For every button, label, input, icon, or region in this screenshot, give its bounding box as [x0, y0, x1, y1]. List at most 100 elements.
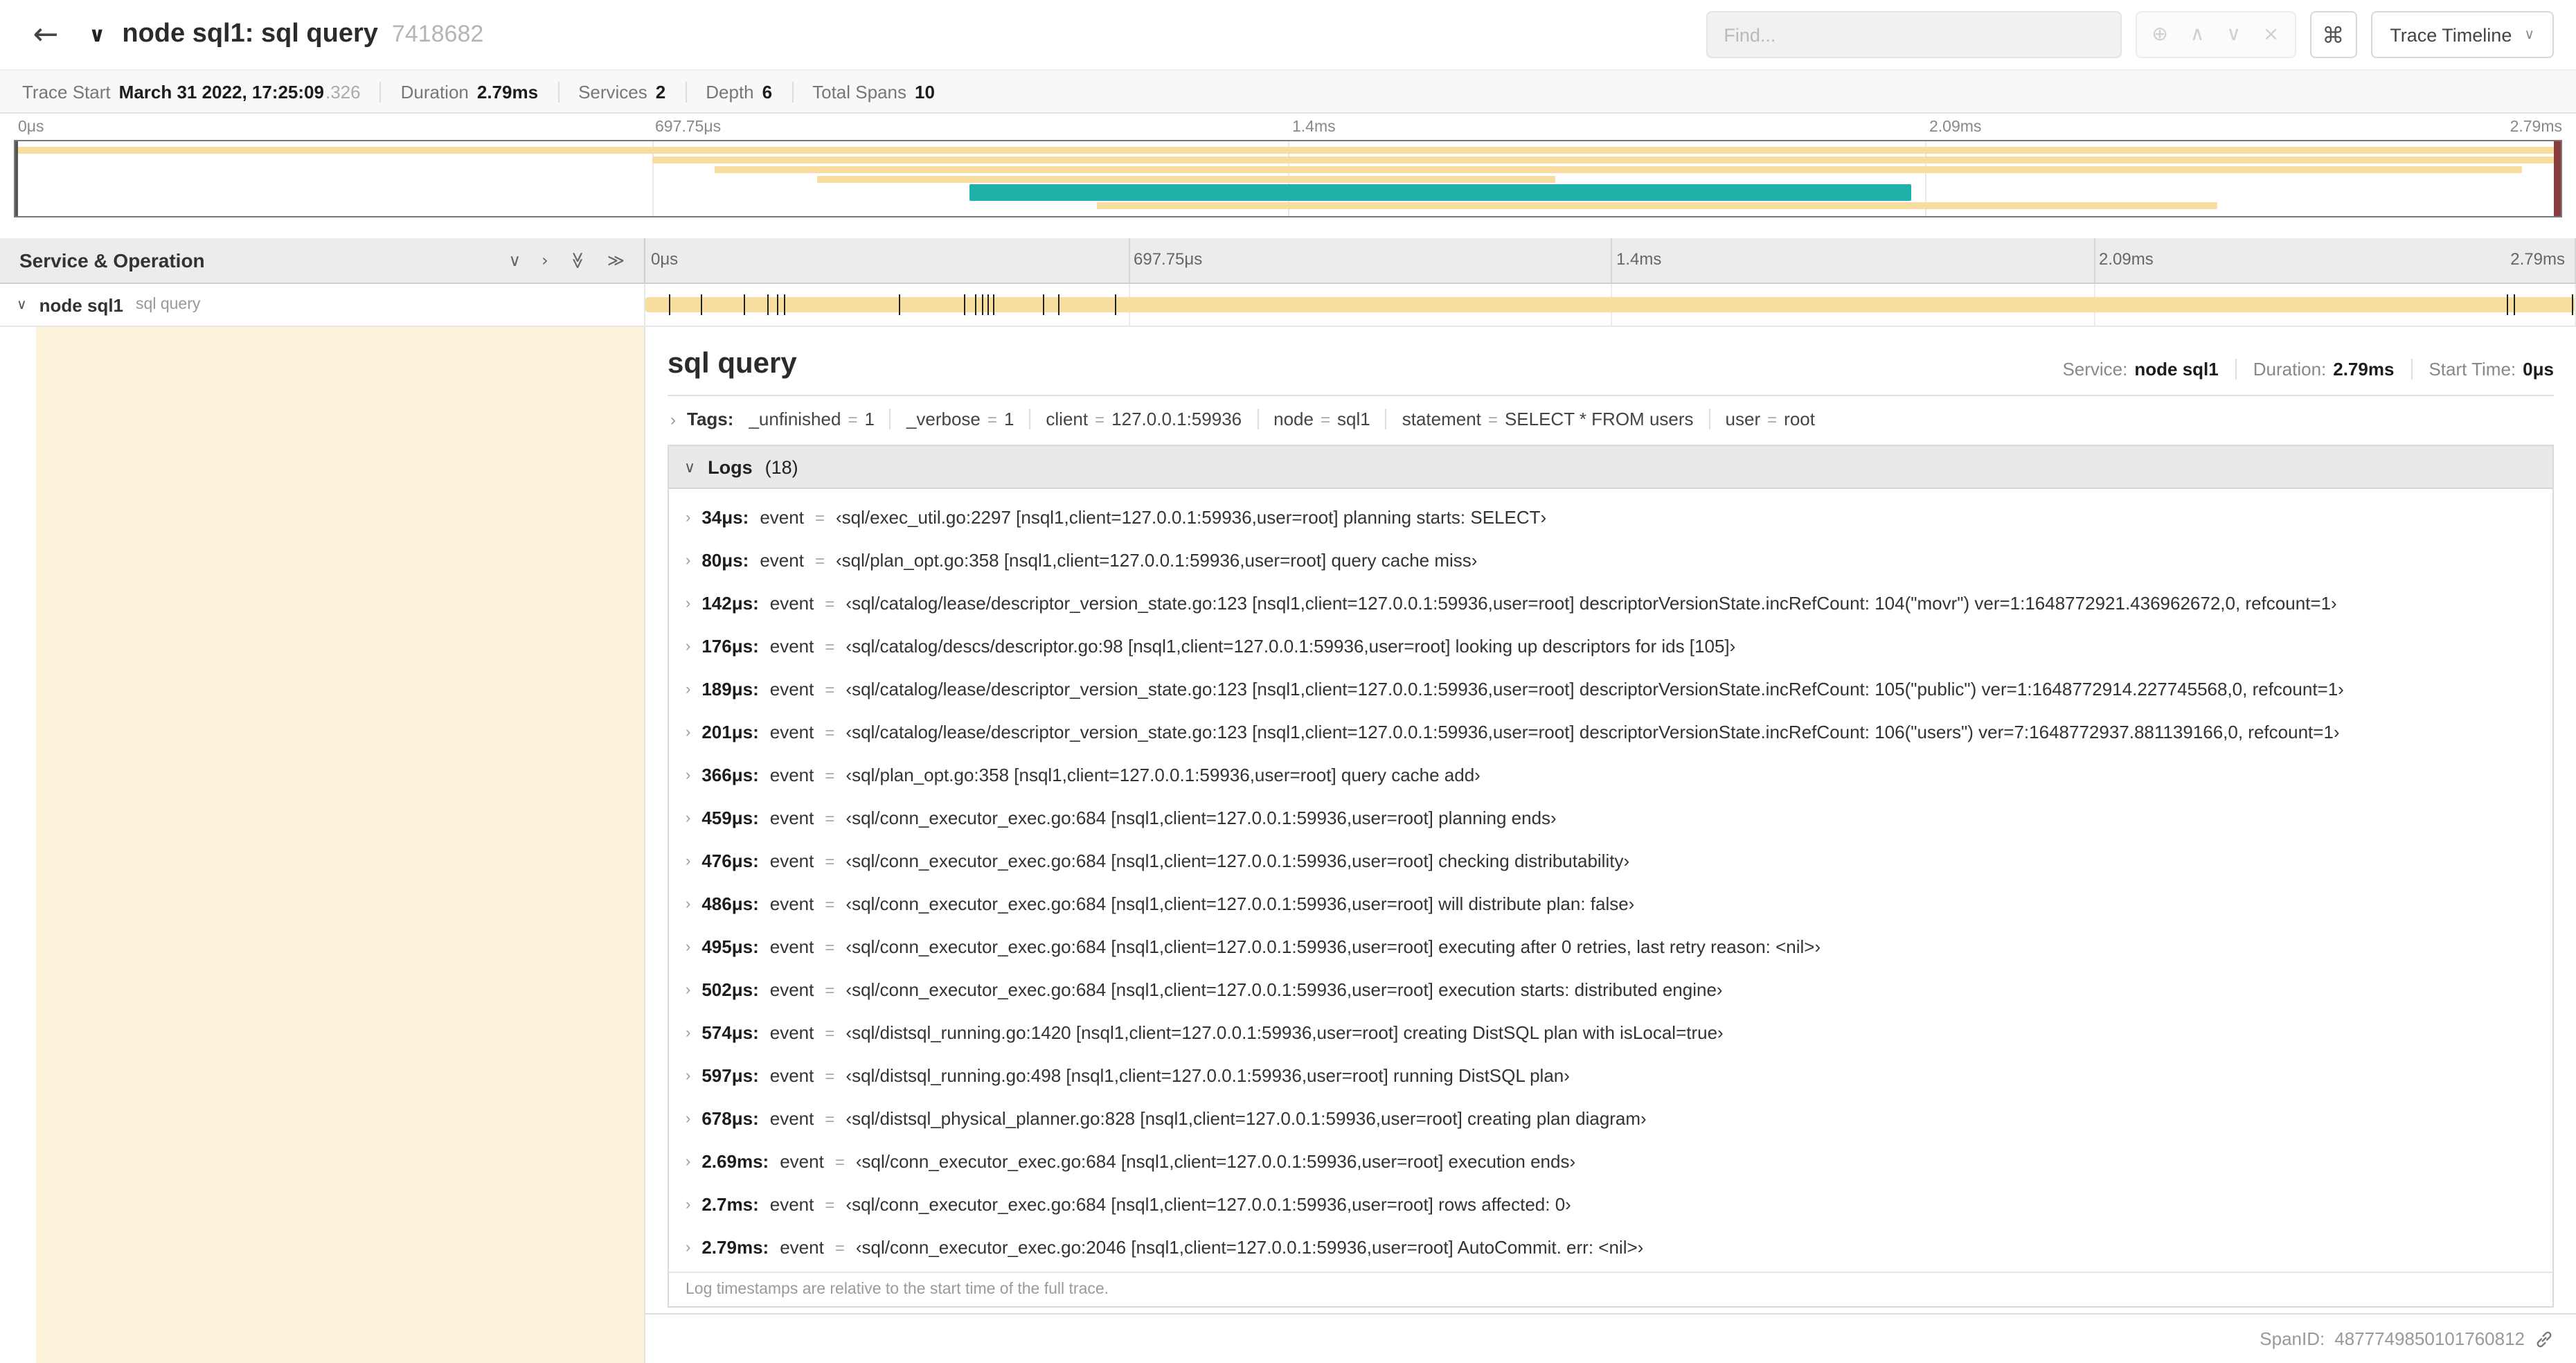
log-entry[interactable]: › 476μs: event = ‹sql/conn_executor_exec…	[669, 839, 2552, 882]
minimap-tick-label: 2.79ms	[2510, 119, 2562, 136]
log-entry[interactable]: › 366μs: event = ‹sql/plan_opt.go:358 [n…	[669, 754, 2552, 796]
log-entry[interactable]: › 486μs: event = ‹sql/conn_executor_exec…	[669, 882, 2552, 925]
log-marker-tick[interactable]	[1058, 294, 1060, 315]
trace-title-text: node sql1: sql query	[122, 19, 378, 48]
trace-summary-item: Total Spans 10	[791, 81, 935, 102]
log-marker-tick[interactable]	[1043, 294, 1045, 315]
log-entry[interactable]: › 2.69ms: event = ‹sql/conn_executor_exe…	[669, 1140, 2552, 1183]
log-marker-tick[interactable]	[701, 294, 703, 315]
log-entry[interactable]: › 495μs: event = ‹sql/conn_executor_exec…	[669, 925, 2552, 968]
minimap-left-scrubber[interactable]	[15, 141, 18, 216]
clear-search-icon[interactable]: ×	[2263, 24, 2279, 46]
expand-log-icon[interactable]: ›	[686, 1024, 690, 1041]
log-marker-tick[interactable]	[964, 294, 965, 315]
log-entry[interactable]: › 34μs: event = ‹sql/exec_util.go:2297 […	[669, 496, 2552, 539]
log-entry[interactable]: › 176μs: event = ‹sql/catalog/descs/desc…	[669, 625, 2552, 668]
log-marker-tick[interactable]	[776, 294, 778, 315]
log-marker-tick[interactable]	[744, 294, 746, 315]
log-entry[interactable]: › 459μs: event = ‹sql/conn_executor_exec…	[669, 796, 2552, 839]
trace-summary-item: Trace Start March 31 2022, 17:25:09 .326	[22, 81, 361, 102]
log-entry[interactable]: › 574μs: event = ‹sql/distsql_running.go…	[669, 1011, 2552, 1054]
log-marker-tick[interactable]	[2572, 294, 2574, 315]
keyboard-shortcuts-button[interactable]: ⌘	[2309, 11, 2357, 58]
log-entry[interactable]: › 597μs: event = ‹sql/distsql_running.go…	[669, 1054, 2552, 1097]
next-match-icon[interactable]: ∨	[2226, 24, 2241, 46]
collapse-children-icon[interactable]: ∨	[17, 297, 27, 312]
expand-one-icon[interactable]: ›	[542, 251, 548, 270]
expand-tags-icon[interactable]: ›	[670, 409, 676, 429]
log-marker-tick[interactable]	[668, 294, 670, 315]
expand-log-icon[interactable]: ›	[686, 552, 690, 569]
minimap-tick-label: 2.09ms	[1929, 119, 1982, 136]
tag-item: client = 127.0.0.1:59936	[1029, 409, 1242, 429]
expand-log-icon[interactable]: ›	[686, 810, 690, 826]
trace-id: 7418682	[391, 21, 484, 47]
log-entry[interactable]: › 80μs: event = ‹sql/plan_opt.go:358 [ns…	[669, 539, 2552, 582]
logs-section: ∨ Logs (18) › 34μs: event = ‹sql/exec_ut…	[668, 445, 2554, 1308]
back-arrow-icon: ←	[33, 17, 59, 52]
log-entry[interactable]: › 678μs: event = ‹sql/distsql_physical_p…	[669, 1097, 2552, 1140]
expand-log-icon[interactable]: ›	[686, 1067, 690, 1084]
minimap-right-scrubber[interactable]	[2554, 141, 2561, 216]
log-marker-tick[interactable]	[2506, 294, 2508, 315]
log-marker-tick[interactable]	[898, 294, 900, 315]
expand-log-icon[interactable]: ›	[686, 981, 690, 998]
copy-link-icon[interactable]	[2534, 1329, 2554, 1348]
span-row-name-cell[interactable]: ∨ node sql1 sql query	[0, 284, 645, 326]
expand-log-icon[interactable]: ›	[686, 1110, 690, 1127]
trace-title: node sql1: sql query 7418682	[122, 19, 483, 50]
expand-log-icon[interactable]: ›	[686, 853, 690, 869]
back-button[interactable]: ←	[22, 11, 69, 58]
log-entry[interactable]: › 2.79ms: event = ‹sql/conn_executor_exe…	[669, 1226, 2552, 1269]
log-marker-tick[interactable]	[981, 294, 983, 315]
expand-log-icon[interactable]: ›	[686, 595, 690, 612]
tags-row[interactable]: › Tags: _unfinished = 1 _verbose = 1 cli…	[668, 396, 2554, 442]
minimap-canvas[interactable]	[14, 140, 2562, 217]
log-entry[interactable]: › 189μs: event = ‹sql/catalog/lease/desc…	[669, 668, 2552, 711]
timeline-header: Service & Operation ∨ › ≫ ≫ 0μs 697.75μs 1…	[0, 238, 2576, 284]
collapse-one-icon[interactable]: ∨	[509, 251, 521, 270]
log-entry[interactable]: › 2.7ms: event = ‹sql/conn_executor_exec…	[669, 1183, 2552, 1226]
find-input[interactable]	[1706, 11, 2122, 58]
detail-operation-title: sql query	[668, 348, 797, 380]
collapse-logs-icon[interactable]: ∨	[684, 458, 695, 476]
log-marker-tick[interactable]	[992, 294, 994, 315]
detail-row-tint	[36, 327, 644, 1363]
log-entry[interactable]: › 201μs: event = ‹sql/catalog/lease/desc…	[669, 711, 2552, 754]
expand-log-icon[interactable]: ›	[686, 1239, 690, 1256]
logs-header[interactable]: ∨ Logs (18)	[669, 446, 2552, 489]
collapse-trace-icon[interactable]: ∨	[89, 22, 105, 47]
trace-view-selector-button[interactable]: Trace Timeline ∨	[2370, 11, 2554, 58]
log-marker-tick[interactable]	[767, 294, 769, 315]
span-row-timeline-cell[interactable]	[645, 284, 2576, 326]
expand-log-icon[interactable]: ›	[686, 638, 690, 654]
expand-log-icon[interactable]: ›	[686, 681, 690, 697]
minimap-tick-labels: 0μs 697.75μs 1.4ms 2.09ms 2.79ms	[14, 118, 2562, 140]
minimap-tick-label: 1.4ms	[1292, 119, 1336, 136]
minimap-span-bar	[1097, 202, 2217, 209]
expand-log-icon[interactable]: ›	[686, 1196, 690, 1213]
span-operation-name: sql query	[136, 296, 201, 313]
trace-summary-bar: Trace Start March 31 2022, 17:25:09 .326…	[0, 69, 2576, 114]
log-marker-tick[interactable]	[987, 294, 989, 315]
log-entry[interactable]: › 502μs: event = ‹sql/conn_executor_exec…	[669, 968, 2552, 1011]
expand-log-icon[interactable]: ›	[686, 1153, 690, 1170]
log-entry[interactable]: › 142μs: event = ‹sql/catalog/lease/desc…	[669, 582, 2552, 625]
log-marker-tick[interactable]	[2514, 294, 2516, 315]
log-marker-tick[interactable]	[975, 294, 977, 315]
expand-log-icon[interactable]: ›	[686, 896, 690, 912]
expand-log-icon[interactable]: ›	[686, 724, 690, 740]
log-marker-tick[interactable]	[784, 294, 786, 315]
log-marker-tick[interactable]	[1114, 294, 1116, 315]
expand-all-icon[interactable]: ≫	[607, 251, 625, 270]
expand-log-icon[interactable]: ›	[686, 938, 690, 955]
expand-log-icon[interactable]: ›	[686, 767, 690, 783]
logs-note: Log timestamps are relative to the start…	[669, 1272, 2552, 1306]
span-row[interactable]: ∨ node sql1 sql query	[0, 284, 2576, 327]
span-duration-bar[interactable]	[645, 297, 2575, 312]
collapse-all-icon[interactable]: ≫	[568, 251, 587, 269]
expand-log-icon[interactable]: ›	[686, 509, 690, 526]
prev-match-icon[interactable]: ∧	[2190, 24, 2205, 46]
focus-match-icon[interactable]: ⊕	[2152, 24, 2167, 46]
trace-summary-item: Duration 2.79ms	[379, 81, 538, 102]
